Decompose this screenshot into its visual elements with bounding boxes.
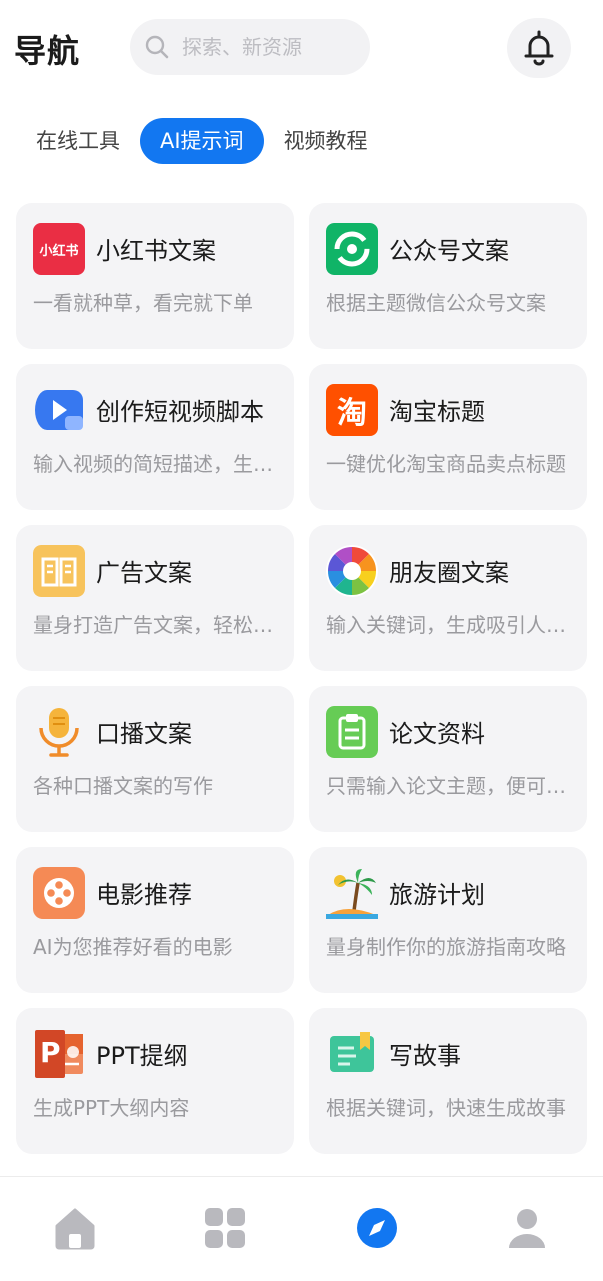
search-icon: [145, 35, 169, 59]
powerpoint-logo-text: P: [40, 1036, 61, 1069]
powerpoint-icon: P: [33, 1028, 85, 1080]
bottom-nav: [0, 1176, 603, 1281]
film-reel-icon: [33, 867, 85, 919]
card-title: 写故事: [389, 1042, 461, 1070]
card-desc: AI为您推荐好看的电影: [33, 935, 233, 959]
card-movie-recommend[interactable]: 电影推荐 AI为您推荐好看的电影: [16, 847, 294, 993]
card-desc: 根据关键词，快速生成故事: [326, 1096, 566, 1120]
card-taobao-title[interactable]: 淘 淘宝标题 一键优化淘宝商品卖点标题: [309, 364, 587, 510]
tab-bar: 在线工具 AI提示词 视频教程: [22, 118, 388, 164]
card-title: PPT提纲: [96, 1042, 188, 1070]
card-desc: 量身打造广告文案，轻松吸睛: [33, 613, 281, 637]
card-desc: 各种口播文案的写作: [33, 774, 213, 798]
card-desc: 量身制作你的旅游指南攻略: [326, 935, 566, 959]
card-title: 淘宝标题: [389, 398, 485, 426]
card-title: 口播文案: [96, 720, 192, 748]
tab-video-tutorials[interactable]: 视频教程: [270, 118, 382, 164]
wechat-official-icon: [326, 223, 378, 275]
card-thesis-materials[interactable]: 论文资料 只需输入论文主题，便可生成: [309, 686, 587, 832]
nav-profile[interactable]: [504, 1205, 550, 1251]
card-desc: 输入视频的简短描述，生成脚本: [33, 452, 281, 476]
search-bar[interactable]: [130, 19, 370, 75]
card-travel-plan[interactable]: 旅游计划 量身制作你的旅游指南攻略: [309, 847, 587, 993]
card-title: 旅游计划: [389, 881, 485, 909]
tab-online-tools[interactable]: 在线工具: [22, 118, 134, 164]
header: 导航: [0, 0, 603, 100]
taobao-icon: 淘: [326, 384, 378, 436]
card-moments-copy[interactable]: 朋友圈文案 输入关键词，生成吸引人的文案: [309, 525, 587, 671]
nav-apps[interactable]: [202, 1205, 248, 1251]
notification-button[interactable]: [507, 18, 571, 78]
microphone-icon: [33, 706, 85, 758]
card-wechat-official[interactable]: 公众号文案 根据主题微信公众号文案: [309, 203, 587, 349]
card-desc: 一键优化淘宝商品卖点标题: [326, 452, 566, 476]
xiaohongshu-logo-text: 小红书: [39, 243, 79, 259]
bell-icon: [524, 30, 554, 66]
card-ppt-outline[interactable]: P PPT提纲 生成PPT大纲内容: [16, 1008, 294, 1154]
card-short-video-script[interactable]: 创作短视频脚本 输入视频的简短描述，生成脚本: [16, 364, 294, 510]
home-icon: [55, 1208, 95, 1250]
card-title: 电影推荐: [96, 881, 192, 909]
search-input[interactable]: [180, 34, 354, 60]
book-icon: [33, 545, 85, 597]
clipboard-icon: [326, 706, 378, 758]
user-icon: [509, 1209, 545, 1248]
moments-icon: [326, 545, 378, 597]
card-title: 创作短视频脚本: [96, 398, 264, 426]
card-desc: 生成PPT大纲内容: [33, 1096, 190, 1120]
card-write-story[interactable]: 写故事 根据关键词，快速生成故事: [309, 1008, 587, 1154]
tab-ai-prompts[interactable]: AI提示词: [140, 118, 264, 164]
nav-home[interactable]: [52, 1205, 98, 1251]
card-voiceover-copy[interactable]: 口播文案 各种口播文案的写作: [16, 686, 294, 832]
card-desc: 根据主题微信公众号文案: [326, 291, 546, 315]
card-title: 论文资料: [389, 720, 485, 748]
card-desc: 只需输入论文主题，便可生成: [326, 774, 574, 798]
palm-tree-icon: [326, 867, 378, 919]
short-video-icon: [33, 384, 85, 436]
nav-discover[interactable]: [354, 1205, 400, 1251]
card-xiaohongshu[interactable]: 小红书 小红书文案 一看就种草，看完就下单: [16, 203, 294, 349]
page-title: 导航: [14, 32, 81, 70]
card-title: 公众号文案: [389, 237, 509, 265]
card-ad-copy[interactable]: 广告文案 量身打造广告文案，轻松吸睛: [16, 525, 294, 671]
card-desc: 一看就种草，看完就下单: [33, 291, 253, 315]
card-title: 广告文案: [96, 559, 192, 587]
xiaohongshu-icon: 小红书: [33, 223, 85, 275]
compass-icon: [357, 1208, 397, 1248]
taobao-logo-text: 淘: [337, 396, 367, 431]
grid-icon: [205, 1208, 245, 1248]
card-desc: 输入关键词，生成吸引人的文案: [326, 613, 574, 637]
card-title: 小红书文案: [96, 237, 216, 265]
card-title: 朋友圈文案: [389, 559, 509, 587]
notebook-icon: [326, 1028, 378, 1080]
